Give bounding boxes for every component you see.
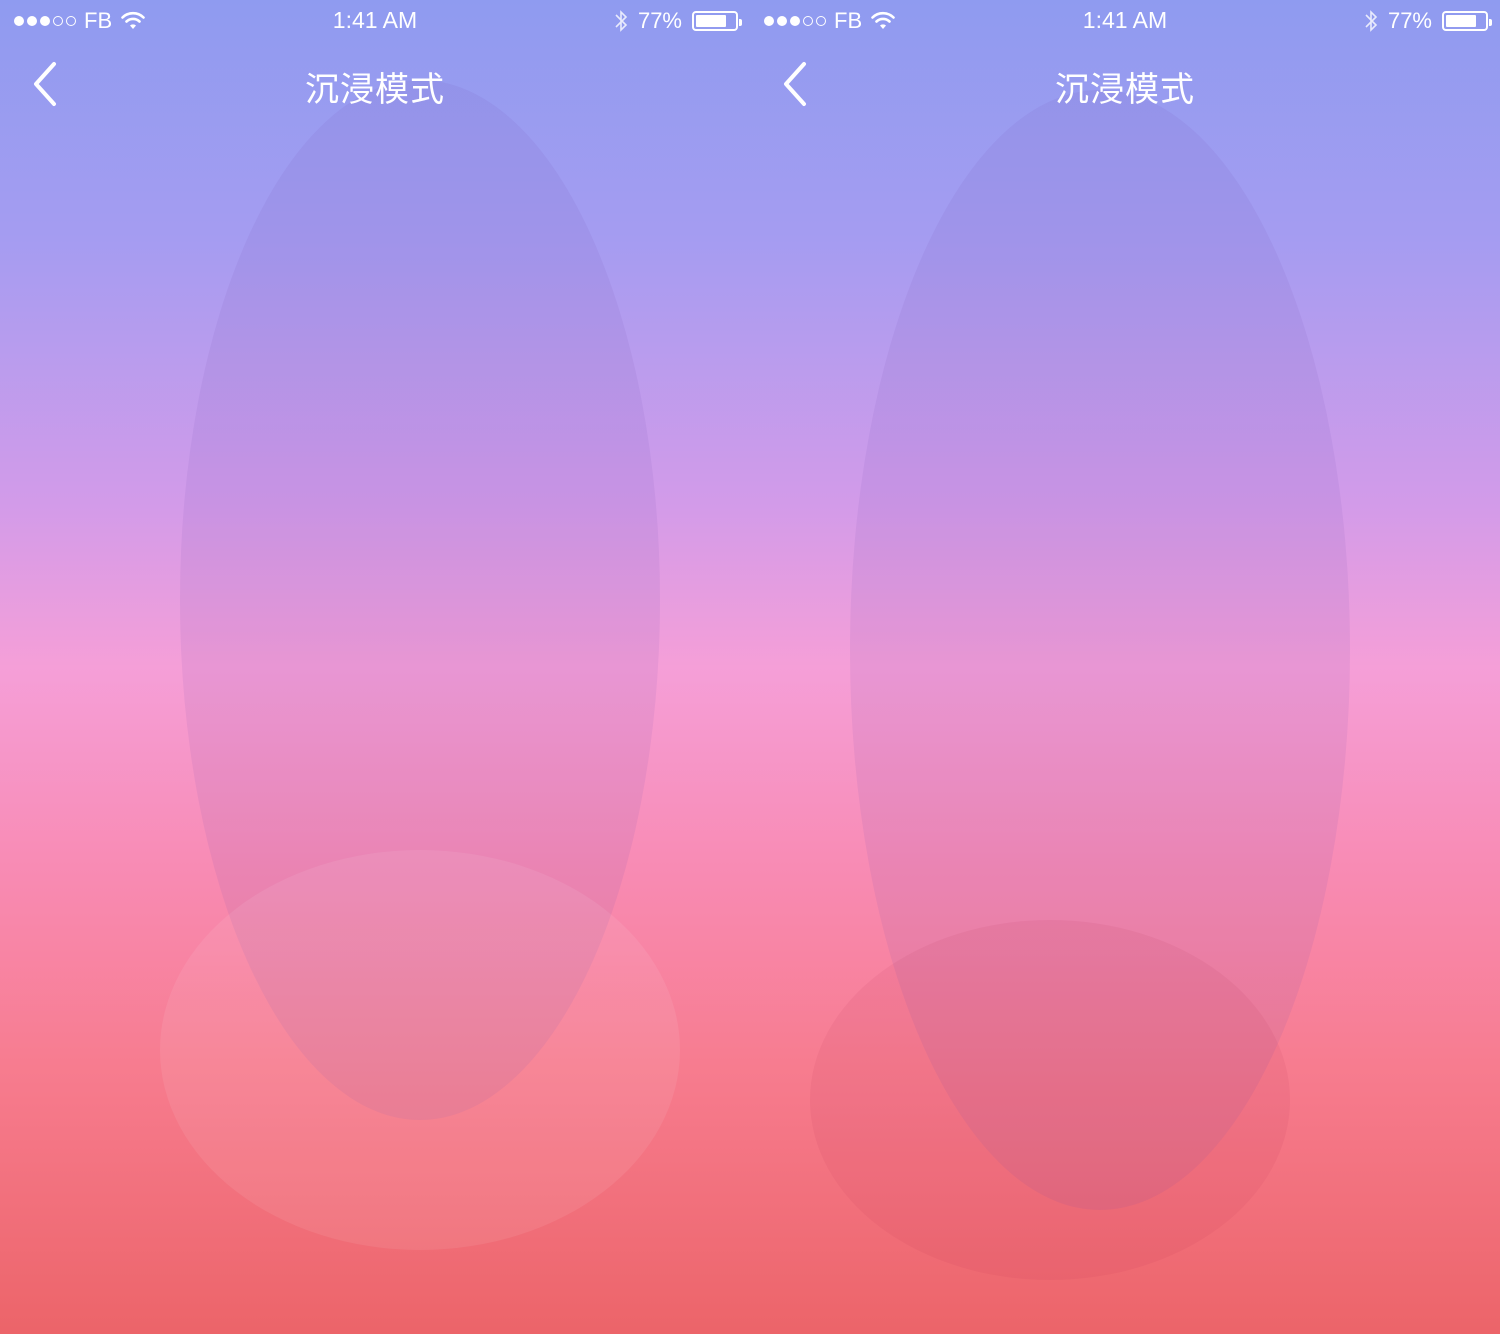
background-photo [0,0,750,1334]
bluetooth-icon [615,10,628,32]
immersive-screen-2: FB 1:41 AM 77% 沉浸模式 [750,0,1500,1334]
nav-bar: 沉浸模式 [0,40,750,128]
status-bar: FB 1:41 AM 77% [750,0,1500,40]
battery-icon [692,11,742,31]
page-title: 沉浸模式 [305,70,445,110]
battery-percent: 77% [637,8,682,33]
background-photo [750,0,1500,1334]
nav-bar: 沉浸模式 [750,40,1500,128]
status-bar: FB 1:41 AM 77% [0,0,750,40]
app-stage: FB 1:41 AM 77% 沉浸模式 FB 1:41 AM 77% 沉浸模式 [0,0,1500,1334]
battery-percent: 77% [1387,8,1432,33]
battery-icon [1442,11,1492,31]
immersive-screen-1: FB 1:41 AM 77% 沉浸模式 [0,0,750,1334]
page-title: 沉浸模式 [1055,70,1195,110]
bluetooth-icon [1365,10,1378,32]
